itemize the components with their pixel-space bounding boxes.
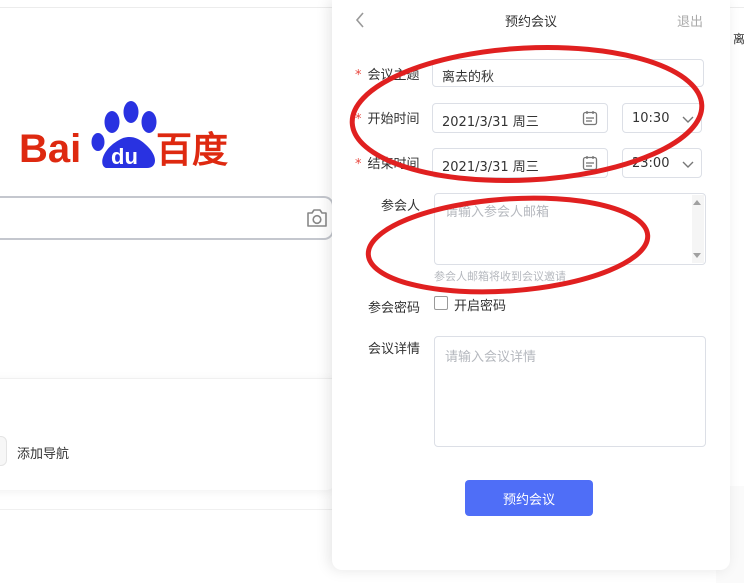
details-input[interactable]: 请输入会议详情 xyxy=(434,336,706,447)
scrollbar[interactable] xyxy=(692,195,704,263)
scroll-up-arrow-icon[interactable] xyxy=(693,200,701,205)
end-date-value: 2021/3/31 周三 xyxy=(442,160,539,175)
participants-email-input[interactable]: 请输入参会人邮箱 xyxy=(434,193,706,265)
start-date-picker[interactable]: 2021/3/31 周三 xyxy=(432,103,608,133)
chevron-down-icon xyxy=(682,116,694,123)
scroll-down-arrow-icon[interactable] xyxy=(693,253,701,258)
end-time-value: 23:00 xyxy=(632,156,670,171)
start-time-select[interactable]: 10:30 xyxy=(622,103,702,133)
baidu-search-input[interactable] xyxy=(0,196,334,240)
topic-label: * 会议主题 xyxy=(355,68,420,83)
start-time-value: 10:30 xyxy=(632,111,670,126)
svg-text:du: du xyxy=(111,144,138,169)
add-nav-label[interactable]: 添加导航 xyxy=(17,443,69,462)
bottom-divider xyxy=(0,509,340,510)
book-meeting-button[interactable]: 预约会议 xyxy=(465,480,593,516)
baidu-logo[interactable]: Bai du 百度 xyxy=(19,100,234,172)
exit-button[interactable]: 退出 xyxy=(677,11,703,30)
calendar-icon[interactable] xyxy=(582,110,598,126)
required-mark: * xyxy=(355,68,362,83)
required-mark: * xyxy=(355,157,362,172)
password-label: 参会密码 xyxy=(368,301,421,316)
navigation-card xyxy=(0,378,336,490)
chevron-down-icon xyxy=(682,161,694,168)
calendar-icon[interactable] xyxy=(582,155,598,171)
camera-icon[interactable] xyxy=(305,207,329,229)
start-date-value: 2021/3/31 周三 xyxy=(442,115,539,130)
svg-text:Bai: Bai xyxy=(19,127,81,171)
details-label: 会议详情 xyxy=(368,342,421,357)
participants-hint: 参会人邮箱将收到会议邀请 xyxy=(434,270,566,283)
end-time-select[interactable]: 23:00 xyxy=(622,148,702,178)
topic-input[interactable]: 离去的秋 xyxy=(432,59,704,87)
end-time-label: * 结束时间 xyxy=(355,157,420,172)
add-nav-button[interactable] xyxy=(0,436,7,466)
end-date-picker[interactable]: 2021/3/31 周三 xyxy=(432,148,608,178)
participants-label: 参会人 xyxy=(381,199,421,214)
participants-placeholder: 请输入参会人邮箱 xyxy=(445,205,550,220)
topic-value: 离去的秋 xyxy=(442,70,495,85)
book-meeting-dialog: 预约会议 退出 * 会议主题 离去的秋 * 开始时间 2021/3/31 周三 10… xyxy=(332,0,730,570)
right-edge-text: 离 xyxy=(733,32,744,46)
start-time-label: * 开始时间 xyxy=(355,112,420,127)
enable-password-checkbox[interactable] xyxy=(434,296,448,310)
details-placeholder: 请输入会议详情 xyxy=(445,350,537,365)
dialog-title: 预约会议 xyxy=(504,15,557,30)
svg-text:百度: 百度 xyxy=(156,130,228,171)
enable-password-label[interactable]: 开启密码 xyxy=(454,295,506,314)
baidu-paw-icon: du xyxy=(91,101,157,169)
required-mark: * xyxy=(355,112,362,127)
